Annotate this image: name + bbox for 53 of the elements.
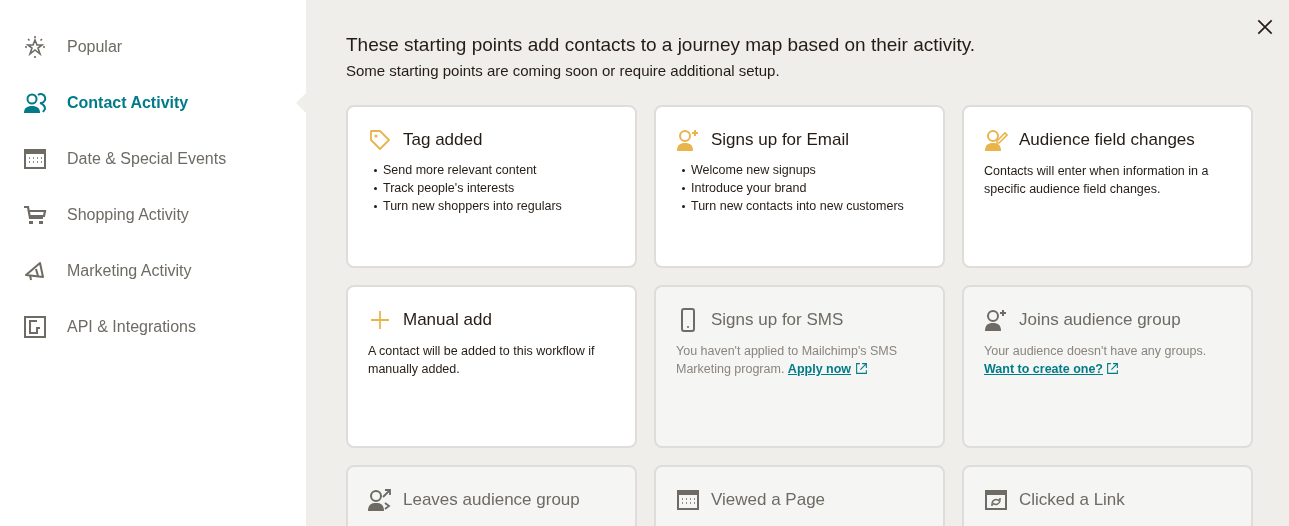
card-title: Viewed a Page — [711, 490, 826, 510]
bullet-icon — [682, 186, 685, 190]
card-title: Leaves audience group — [403, 490, 580, 510]
starting-point-card[interactable]: Tag added Send more relevant content Track people's interests Turn new shoppers into regulars — [346, 105, 637, 268]
megaphone-icon — [23, 259, 47, 283]
sidebar-item[interactable]: Marketing Activity — [0, 243, 306, 299]
people-icon — [23, 91, 47, 115]
description: Contacts will enter when information in a specific audience field changes. — [984, 163, 1210, 198]
bullet-icon — [682, 204, 685, 208]
description: A contact will be added to this workflow if manually added. — [368, 343, 596, 378]
bullet-icon — [374, 204, 377, 208]
calendar-icon — [676, 488, 700, 512]
heading: These starting points add contacts to a journey map based on their activity. — [346, 33, 977, 57]
browser-icon — [984, 488, 1008, 512]
bullet-icon — [682, 168, 685, 172]
sidebar-item[interactable]: Shopping Activity — [0, 187, 306, 243]
bullet-text: Welcome new signups — [691, 163, 816, 177]
person-plus-icon — [676, 128, 700, 152]
card-title: Signs up for SMS — [711, 310, 844, 330]
sparkle-icon — [23, 35, 47, 59]
starting-point-card[interactable]: Audience field changes Contacts will enter when information in a specific audience field changes. — [962, 105, 1253, 268]
person-arrows-icon — [368, 488, 392, 512]
external-link-icon — [1106, 362, 1120, 375]
card-title: Manual add — [403, 310, 492, 330]
plus-icon — [368, 308, 392, 332]
sidebar-item[interactable]: API & Integrations — [0, 299, 306, 355]
person-plus-icon — [984, 308, 1008, 332]
cart-icon — [23, 203, 47, 227]
description: You haven't applied to Mailchimp's SMS Marketing program. Apply now — [676, 343, 899, 378]
starting-point-card[interactable]: Signs up for Email Welcome new signups Introduce your brand Turn new contacts into new customers — [654, 105, 945, 268]
bullet-icon — [374, 186, 377, 190]
tag-icon — [368, 128, 392, 152]
bullet-text: Turn new contacts into new customers — [691, 199, 904, 213]
starting-point-card[interactable]: Manual add A contact will be added to this workflow if manually added. — [346, 285, 637, 448]
card-title: Signs up for Email — [711, 130, 849, 150]
close-button[interactable] — [1255, 17, 1275, 37]
subheading: Some starting points are coming soon or require additional setup. — [346, 61, 781, 81]
description: Your audience doesn't have any groups. Want to create one? — [984, 343, 1208, 378]
card-title: Clicked a Link — [1019, 490, 1125, 510]
card-title: Joins audience group — [1019, 310, 1181, 330]
api-icon — [23, 315, 47, 339]
bullet-text: Send more relevant content — [383, 163, 537, 177]
card-title: Audience field changes — [1019, 130, 1195, 150]
card-title: Tag added — [403, 130, 483, 150]
external-link-icon — [854, 362, 868, 375]
person-edit-icon — [984, 128, 1008, 152]
bullet-text: Track people's interests — [383, 181, 515, 195]
bullet-text: Turn new shoppers into regulars — [383, 199, 562, 213]
sidebar-item[interactable]: Date & Special Events — [0, 131, 306, 187]
calendar-icon — [23, 147, 47, 171]
bullet-text: Introduce your brand — [691, 181, 807, 195]
sidebar-item[interactable]: Popular — [0, 19, 306, 75]
bullet-icon — [374, 168, 377, 172]
